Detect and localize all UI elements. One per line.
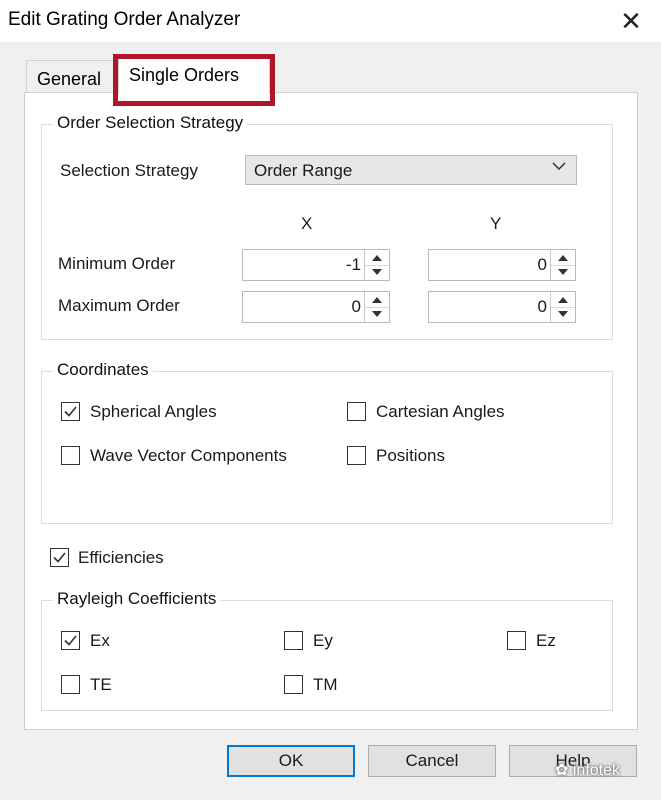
spin-up-button[interactable] [365, 292, 389, 308]
positions-checkbox[interactable] [347, 446, 366, 465]
spin-up-button[interactable] [551, 292, 575, 308]
wave-vector-components-checkbox[interactable] [61, 446, 80, 465]
spin-up-button[interactable] [365, 250, 389, 266]
arrow-down-icon [372, 311, 382, 317]
te-checkbox[interactable] [61, 675, 80, 694]
spherical-angles-label[interactable]: Spherical Angles [90, 402, 217, 422]
ez-checkbox[interactable] [507, 631, 526, 650]
spin-buttons [550, 292, 575, 322]
min-order-y-stepper[interactable]: 0 [428, 249, 576, 281]
cartesian-angles-label[interactable]: Cartesian Angles [376, 402, 505, 422]
ok-button[interactable]: OK [227, 745, 355, 777]
coordinates-group-title: Coordinates [53, 360, 153, 380]
ex-checkbox[interactable] [61, 631, 80, 650]
te-label[interactable]: TE [90, 675, 112, 695]
arrow-up-icon [558, 297, 568, 303]
checkmark-icon [53, 552, 66, 563]
spherical-angles-checkbox[interactable] [61, 402, 80, 421]
min-order-y-value: 0 [537, 255, 547, 274]
arrow-down-icon [372, 269, 382, 275]
max-order-y-value: 0 [537, 297, 547, 316]
min-order-x-stepper[interactable]: -1 [242, 249, 390, 281]
max-order-y-stepper[interactable]: 0 [428, 291, 576, 323]
spin-up-button[interactable] [551, 250, 575, 266]
order-selection-group-title: Order Selection Strategy [53, 113, 248, 133]
checkmark-icon [64, 406, 77, 417]
arrow-down-icon [558, 269, 568, 275]
arrow-up-icon [558, 255, 568, 261]
column-x-header: X [301, 214, 313, 233]
window-title: Edit Grating Order Analyzer [8, 9, 241, 30]
close-icon[interactable]: ✕ [614, 4, 648, 38]
checkmark-icon [64, 635, 77, 646]
spin-buttons [364, 250, 389, 280]
tm-label[interactable]: TM [313, 675, 338, 695]
chevron-down-icon [552, 159, 566, 173]
watermark-logo-icon: ✿ [555, 762, 569, 779]
max-order-x-stepper[interactable]: 0 [242, 291, 390, 323]
ez-label[interactable]: Ez [536, 631, 556, 651]
title-bar: Edit Grating Order Analyzer ✕ [0, 0, 661, 42]
ex-label[interactable]: Ex [90, 631, 110, 651]
cancel-button[interactable]: Cancel [368, 745, 496, 777]
cartesian-angles-checkbox[interactable] [347, 402, 366, 421]
highlight-annotation [113, 54, 275, 106]
spin-buttons [550, 250, 575, 280]
spin-down-button[interactable] [551, 307, 575, 322]
tab-general[interactable]: General [26, 60, 114, 92]
ey-label[interactable]: Ey [313, 631, 333, 651]
arrow-up-icon [372, 297, 382, 303]
maximum-order-label: Maximum Order [58, 296, 180, 315]
column-y-header: Y [490, 214, 502, 233]
ey-checkbox[interactable] [284, 631, 303, 650]
rayleigh-coefficients-group-title: Rayleigh Coefficients [53, 589, 221, 609]
efficiencies-checkbox[interactable] [50, 548, 69, 567]
minimum-order-label: Minimum Order [58, 254, 176, 273]
watermark: ✿ infotek [555, 760, 620, 780]
spin-down-button[interactable] [365, 307, 389, 322]
spin-buttons [364, 292, 389, 322]
efficiencies-label[interactable]: Efficiencies [78, 548, 164, 568]
min-order-x-value: -1 [345, 255, 361, 274]
arrow-down-icon [558, 311, 568, 317]
tm-checkbox[interactable] [284, 675, 303, 694]
spin-down-button[interactable] [365, 265, 389, 280]
watermark-text: infotek [572, 762, 620, 779]
wave-vector-components-label[interactable]: Wave Vector Components [90, 446, 287, 466]
selection-strategy-value: Order Range [254, 161, 353, 180]
max-order-x-value: 0 [351, 297, 361, 316]
positions-label[interactable]: Positions [376, 446, 445, 466]
spin-down-button[interactable] [551, 265, 575, 280]
selection-strategy-label: Selection Strategy [60, 161, 198, 180]
selection-strategy-dropdown[interactable]: Order Range [245, 155, 577, 185]
arrow-up-icon [372, 255, 382, 261]
